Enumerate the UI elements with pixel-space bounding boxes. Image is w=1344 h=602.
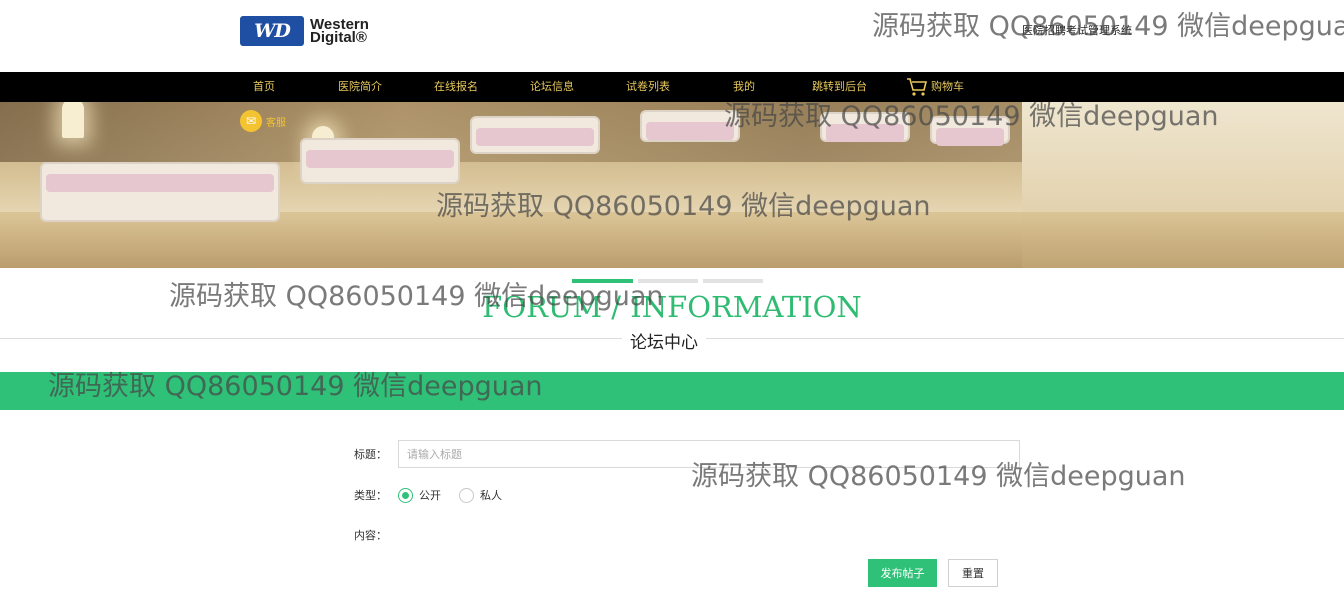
logo-text-line2: Digital® <box>310 29 367 46</box>
hero-banner <box>0 102 1344 268</box>
logo-mark: WD <box>240 16 304 46</box>
section-title-cn: 论坛中心 <box>622 328 706 353</box>
radio-checked-icon <box>398 487 413 503</box>
logo[interactable]: WD Western Digital® <box>240 14 390 48</box>
nav-item-online-registration[interactable]: 在线报名 <box>434 72 478 102</box>
chat-icon: ✉ <box>240 110 262 132</box>
cart-label: 购物车 <box>931 80 964 93</box>
carousel-indicator-active[interactable] <box>572 279 633 283</box>
accent-band <box>0 372 1344 410</box>
type-radio-public[interactable]: 公开 <box>398 487 441 503</box>
main-nav: 首页 医院简介 在线报名 论坛信息 试卷列表 我的 跳转到后台 购物车 <box>0 72 1344 102</box>
chat-label: 客服 <box>266 117 286 129</box>
bed <box>470 116 600 154</box>
nav-item-exam-list[interactable]: 试卷列表 <box>626 72 670 102</box>
nav-item-cart[interactable]: 购物车 <box>906 72 964 102</box>
bed <box>300 138 460 184</box>
page: WD Western Digital® 医院招聘考试管理系统 首页 医院简介 在… <box>0 0 1344 602</box>
nav-item-home[interactable]: 首页 <box>253 72 275 102</box>
site-title: 医院招聘考试管理系统 <box>1022 24 1132 37</box>
bed <box>930 116 1010 146</box>
title-input[interactable] <box>398 440 1020 468</box>
nav-item-forum[interactable]: 论坛信息 <box>530 72 574 102</box>
nav-item-admin[interactable]: 跳转到后台 <box>812 72 867 102</box>
bed <box>820 112 910 142</box>
radio-unchecked-icon <box>459 487 474 503</box>
content-label: 内容： <box>354 529 387 542</box>
publish-post-button[interactable]: 发布帖子 <box>868 559 937 587</box>
logo-text: Western Digital® <box>310 17 369 46</box>
radio-label: 私人 <box>480 489 502 502</box>
bed <box>640 110 740 142</box>
carousel-indicator[interactable] <box>703 279 763 283</box>
bed <box>40 162 280 222</box>
chat-badge[interactable]: ✉ 客服 <box>240 110 286 132</box>
lamp <box>62 102 84 138</box>
reset-button[interactable]: 重置 <box>948 559 998 587</box>
cart-icon <box>907 78 928 96</box>
title-label: 标题： <box>354 448 387 461</box>
section-title-en: FORUM / INFORMATION <box>482 290 862 324</box>
nav-item-mine[interactable]: 我的 <box>733 72 755 102</box>
nav-item-hospital-intro[interactable]: 医院简介 <box>338 72 382 102</box>
site-header: WD Western Digital® 医院招聘考试管理系统 <box>0 0 1344 72</box>
radio-label: 公开 <box>419 489 441 502</box>
type-radio-private[interactable]: 私人 <box>459 487 502 503</box>
carousel-indicator[interactable] <box>638 279 698 283</box>
type-label: 类型： <box>354 489 387 502</box>
